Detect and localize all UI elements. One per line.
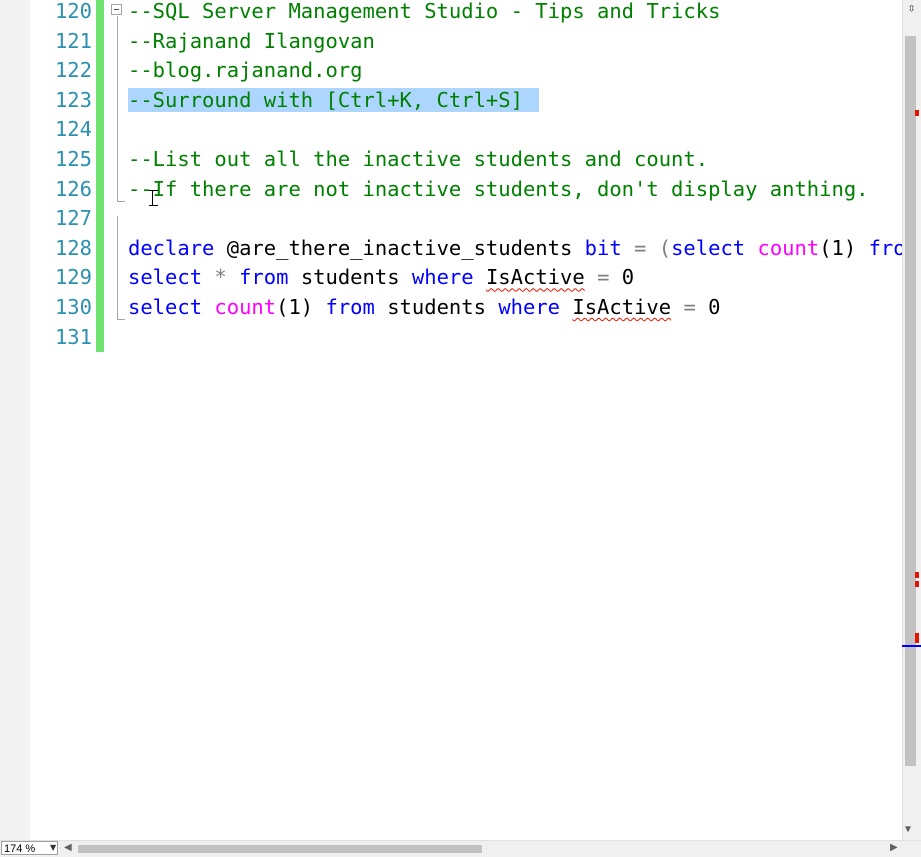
column-error: IsActive: [572, 295, 672, 319]
chevron-down-icon[interactable]: ▼: [50, 843, 56, 852]
line-number: 127: [54, 206, 92, 231]
outline-end: [117, 319, 125, 320]
literal: 0: [708, 295, 721, 319]
selection-highlight: --Surround with [Ctrl+K, Ctrl+S]: [128, 87, 539, 112]
change-tracking-bar: [96, 0, 104, 352]
line-number: 120: [54, 0, 92, 23]
scroll-right-icon[interactable]: ▶: [890, 842, 898, 853]
line-number: 130: [54, 295, 92, 319]
code-line[interactable]: --Rajanand Ilangovan: [128, 30, 375, 60]
line-number: 122: [54, 58, 92, 83]
operator: =: [683, 295, 696, 319]
line-number: 124: [54, 117, 92, 142]
code-line-select-count[interactable]: select count(1) from students where IsAc…: [128, 296, 721, 326]
horizontal-scroll-thumb[interactable]: [78, 845, 482, 853]
error-marker[interactable]: [915, 581, 919, 587]
code-line-declare[interactable]: declare @are_there_inactive_students bit…: [128, 237, 906, 267]
line-number: 131: [54, 324, 92, 349]
ibeam-cursor-icon: [149, 190, 161, 206]
code-line[interactable]: --List out all the inactive students and…: [128, 148, 708, 178]
code-line[interactable]: --SQL Server Management Studio - Tips an…: [128, 0, 720, 30]
table-name: students: [387, 295, 486, 319]
operator: (: [658, 235, 672, 260]
line-number: 121: [54, 28, 92, 53]
operator: =: [634, 235, 647, 260]
error-marker[interactable]: [915, 110, 919, 116]
error-marker[interactable]: [915, 572, 919, 578]
keyword: from: [239, 265, 289, 290]
outline-end: [117, 201, 125, 202]
keyword: from: [325, 295, 375, 319]
keyword: bit: [584, 235, 622, 260]
outline-line: [117, 216, 118, 320]
outline-line: [117, 16, 118, 202]
literal: 0: [621, 265, 635, 290]
keyword: fro: [868, 235, 906, 260]
operator: =: [597, 265, 610, 290]
table-name: students: [300, 265, 400, 290]
keyword: select: [128, 265, 203, 290]
function: count: [214, 295, 277, 319]
error-marker[interactable]: [915, 633, 919, 643]
code-line[interactable]: --If there are not inactive students, do…: [128, 178, 869, 208]
line-number: 123: [54, 87, 92, 112]
scroll-down-icon[interactable]: ▼: [905, 824, 911, 835]
scroll-left-icon[interactable]: ◀: [64, 842, 72, 853]
keyword: select: [671, 235, 746, 260]
line-number: 125: [54, 147, 92, 171]
function: count: [757, 235, 820, 260]
split-window-icon[interactable]: ⇳: [904, 0, 919, 18]
code-line[interactable]: --blog.rajanand.org: [128, 59, 363, 89]
operator: *: [214, 265, 227, 290]
keyword: declare: [128, 235, 215, 260]
left-margin: [0, 0, 30, 840]
vertical-scroll-thumb[interactable]: [905, 36, 916, 766]
collapse-minus-icon[interactable]: [111, 4, 122, 15]
argument: (1): [276, 295, 314, 319]
keyword: where: [411, 265, 474, 290]
line-number: 128: [54, 235, 92, 260]
caret-position-marker: [902, 645, 921, 647]
keyword: select: [128, 295, 203, 319]
code-line-select-star[interactable]: select * from students where IsActive = …: [128, 266, 634, 296]
code-line-selected[interactable]: --Surround with [Ctrl+K, Ctrl+S]: [128, 87, 539, 119]
keyword: where: [498, 295, 561, 319]
line-number: 126: [54, 176, 92, 201]
column-error: IsActive: [485, 265, 585, 290]
variable: @are_there_inactive_students: [226, 235, 573, 260]
argument: (1): [819, 235, 857, 260]
line-number: 129: [54, 265, 92, 290]
